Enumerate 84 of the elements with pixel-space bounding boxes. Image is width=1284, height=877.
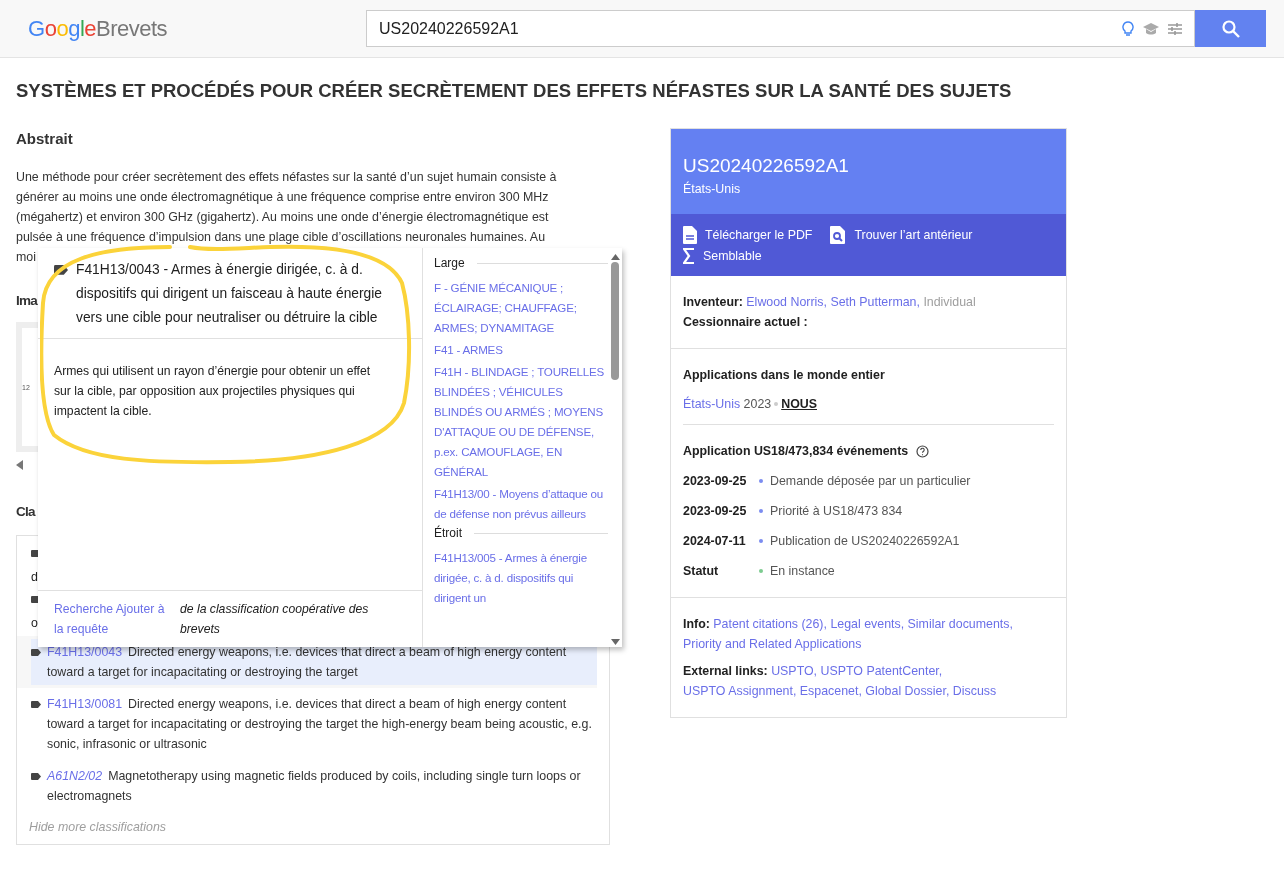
link[interactable]: Priority and Related Applications [683,637,862,651]
document-icon [683,226,697,244]
patent-title: SYSTÈMES ET PROCÉDÉS POUR CRÉER SECRÈTEMENT DES EFFETS NÉFASTES SUR LA SANTÉ DES SUJETS [16,80,1013,102]
link[interactable]: Discuss [952,684,997,698]
event-date: 2023-09-25 [683,503,748,520]
classification-link[interactable]: F41H13/00 - Moyens d’attaque ou de défense non prévus ailleurs [434,484,608,524]
search-button[interactable] [1195,10,1266,47]
popup-title: F41H13/0043 - Armes à énergie dirigée, c. à d. dispositifs qui dirigent un faisceau à haute énergie vers une cible pour neutraliser ou détruire la cible [76,261,384,327]
link[interactable]: Patent citations (26), [713,617,827,631]
classification-text: F41H13/0081 Directed energy weapons, i.e. devices that direct a beam of high energy content toward a target for incapacitating or destroying the target the high-energy beam being acoustic, e.g. sonic, infrasonic or ultrasonic [47,696,593,753]
link[interactable]: Elwood Norris, [746,295,827,309]
left-arrow-icon[interactable] [16,460,24,470]
add-to-query-link[interactable]: Recherche Ajouter à la requête [54,599,172,639]
graduation-cap-icon[interactable] [1142,21,1160,36]
event-text: Priorité à US18/473 834 [770,503,903,520]
classification-link[interactable]: F41H - BLINDAGE ; TOURELLES BLINDÉES ; VÉHICULES BLINDÉS OU ARMÉS ; MOYENS D'ATTAQUE OU DE DÉFENSE, p.ex. CAMOUFLAGE, EN GÉNÉRAL [434,362,608,482]
event-date: 2023-09-25 [683,473,748,490]
classification-text: d [31,570,38,584]
link[interactable]: Espacenet, [799,684,862,698]
section-heading: Abstrait [16,130,73,147]
sigma-icon [683,248,695,264]
link[interactable]: Legal events, [830,617,905,631]
classification-text: o [31,616,38,630]
abstract-text: moi [16,249,36,266]
link[interactable]: Seth Putterman, [830,295,920,309]
abstract-text: générer au moins une onde électromagnétique à une fréquence comprise entre environ 300 MHz [16,189,549,206]
country-code-link[interactable]: NOUS [781,397,817,411]
country-label: États-Unis [683,182,741,196]
popup-description: Armes qui utilisent un rayon d’énergie pour obtenir un effet sur la cible, par opposition aux projectiles physiques qui impactent la cible. [54,364,371,418]
magnifier-document-icon [830,226,847,244]
classification-row[interactable]: A61N2/02 Magnetotherapy using magnetic fields produced by coils, including single turn loops or electromagnets [17,760,597,812]
classification-code-link[interactable]: A61N2/02 [47,769,103,783]
label-icon [31,772,41,780]
event-text: En instance [770,563,835,580]
country-link[interactable]: États-Unis [683,397,741,411]
popup-footnote: de la classification coopérative des brevets [180,601,370,638]
events-heading: Application US18/473,834 événements [683,443,909,460]
lightbulb-icon[interactable] [1122,20,1134,37]
hide-classifications-link[interactable]: Hide more classifications [17,812,179,838]
action-link[interactable]: Trouver l’art antérieur [830,226,973,244]
link[interactable]: Similar documents, [907,617,1013,631]
section-heading: Ima [16,293,37,308]
classification-link[interactable]: F41H13/005 - Armes à énergie dirigée, c. à d. dispositifs qui dirigent un [434,548,608,608]
scroll-up-icon[interactable] [610,254,620,260]
group-heading: Large [434,256,465,270]
link[interactable]: USPTO Assignment, [683,684,797,698]
logo[interactable]: GoogleBrevets [0,15,366,42]
info-label: Info: [683,617,710,631]
abstract-text: pulsée à une fréquence d’impulsion dans une plage cible d’oscillations neuronales humaines. Au [16,229,546,246]
event-text: Demande déposée par un particulier [770,473,971,490]
classification-text: A61N2/02 Magnetotherapy using magnetic fields produced by coils, including single turn loops or electromagnets [47,768,582,805]
event-text: Publication de US20240226592A1 [770,533,960,550]
search-icon [1221,19,1240,38]
help-icon[interactable] [916,444,930,458]
scrollbar-thumb[interactable] [611,262,619,380]
sliders-icon[interactable] [1168,22,1182,35]
scroll-down-icon[interactable] [610,639,620,645]
event-date: 2024-07-11 [683,533,747,550]
year-text: 2023 [743,397,772,411]
group-heading: Étroit [434,526,462,540]
action-link[interactable]: Semblable [683,248,762,264]
link[interactable]: Global Dossier, [865,684,950,698]
inventor-type: Individual [923,295,976,309]
abstract-text: (mégahertz) et environ 300 GHz (gigahertz). Au moins une onde d’énergie électromagnétique est [16,209,549,226]
label-icon [31,648,41,656]
patent-number: US20240226592A1 [683,155,849,177]
event-date: Statut [683,563,720,580]
link[interactable]: USPTO PatentCenter, [820,664,943,678]
action-link[interactable]: Télécharger le PDF [683,226,813,244]
classification-code-link[interactable]: F41H13/0081 [47,697,123,711]
label-icon [54,265,68,275]
assignee-label: Cessionnaire actuel : [683,314,808,331]
classification-code-link[interactable]: F41H13/0043 [47,645,123,659]
section-heading: Cla [16,504,35,519]
search-field[interactable]: US20240226592A1 [366,10,1195,47]
link[interactable]: USPTO, [771,664,818,678]
label-icon [31,700,41,708]
classification-link[interactable]: F41 - ARMES [434,340,608,360]
external-links-label: External links: [683,664,768,678]
classification-link[interactable]: F - GÉNIE MÉCANIQUE ; ÉCLAIRAGE; CHAUFFAGE; ARMES; DYNAMITAGE [434,278,608,338]
inventor-label: Inventeur: [683,295,743,309]
abstract-text: Une méthode pour créer secrètement des effets néfastes sur la santé d’un sujet humain consiste à [16,169,557,186]
separator-dot [774,401,779,406]
worldwide-heading: Applications dans le monde entier [683,367,885,384]
